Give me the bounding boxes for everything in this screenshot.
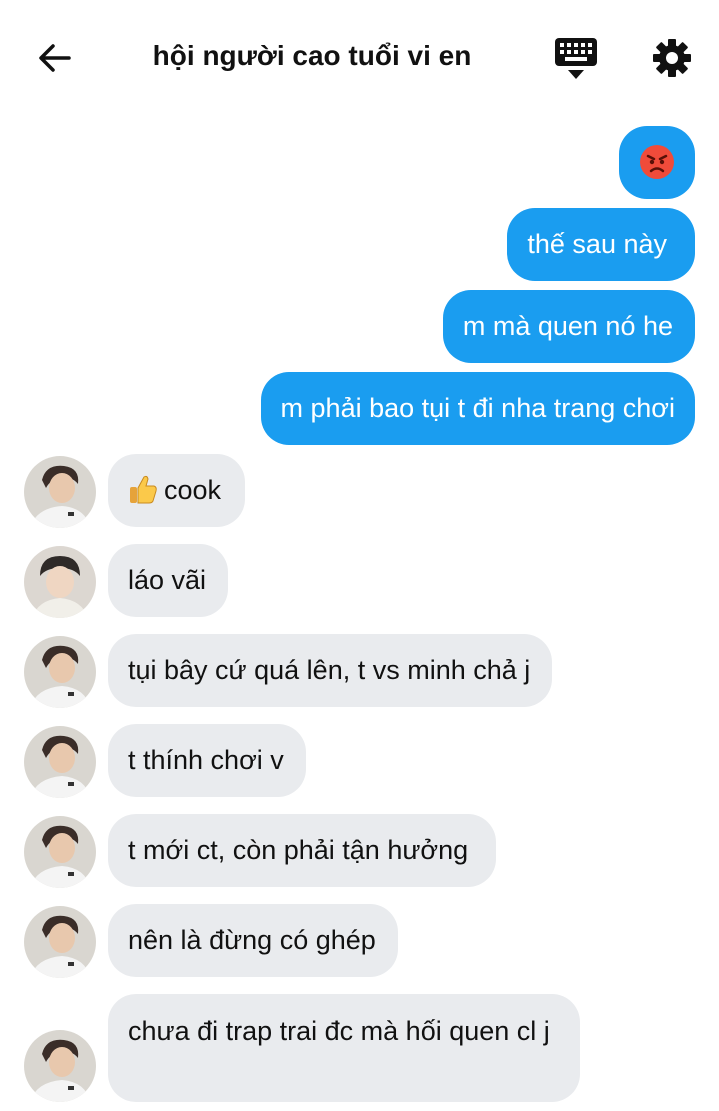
message-text: m phải bao tụi t đi nha trang chơi	[280, 393, 675, 423]
message-text: m mà quen nó he	[462, 311, 673, 341]
outgoing-message[interactable]: m mà quen nó he	[442, 290, 695, 363]
incoming-message[interactable]: cook	[108, 454, 246, 527]
incoming-message[interactable]: t mới ct, còn phải tận hưởng	[108, 814, 497, 887]
avatar[interactable]	[24, 906, 96, 978]
message-text: t thính chơi v	[128, 745, 284, 775]
outgoing-message[interactable]: thế sau này	[507, 208, 695, 281]
outgoing-message-emoji[interactable]	[619, 126, 695, 199]
message-text: t mới ct, còn phải tận hưởng	[128, 835, 469, 865]
message-text: thế sau này	[527, 229, 667, 259]
angry-face-emoji	[640, 145, 674, 179]
gear-icon[interactable]	[650, 36, 694, 80]
avatar[interactable]	[24, 546, 96, 618]
incoming-message[interactable]: chưa đi trap trai đc mà hối quen cl j	[108, 994, 580, 1102]
avatar[interactable]	[24, 816, 96, 888]
message-text: chưa đi trap trai đc mà hối quen cl j	[128, 1016, 550, 1046]
avatar[interactable]	[24, 1030, 96, 1102]
outgoing-message[interactable]: m phải bao tụi t đi nha trang chơi	[260, 372, 695, 445]
chat-header: hội người cao tuổi vi en	[0, 0, 719, 114]
thumbs-up-emoji	[130, 475, 157, 504]
avatar[interactable]	[24, 636, 96, 708]
incoming-message[interactable]: láo vãi	[108, 544, 229, 617]
chat-title[interactable]: hội người cao tuổi vi en	[0, 40, 624, 72]
message-text: tụi bây cứ quá lên, t vs minh chả j	[128, 655, 531, 685]
avatar[interactable]	[24, 456, 96, 528]
incoming-message[interactable]: t thính chơi v	[108, 724, 306, 797]
avatar[interactable]	[24, 726, 96, 798]
message-text: nên là đừng có ghép	[128, 925, 376, 955]
message-text: láo vãi	[128, 565, 207, 595]
incoming-message[interactable]: nên là đừng có ghép	[108, 904, 398, 977]
keyboard-icon[interactable]	[553, 36, 599, 82]
message-text: cook	[164, 475, 222, 505]
incoming-message[interactable]: tụi bây cứ quá lên, t vs minh chả j	[108, 634, 553, 707]
